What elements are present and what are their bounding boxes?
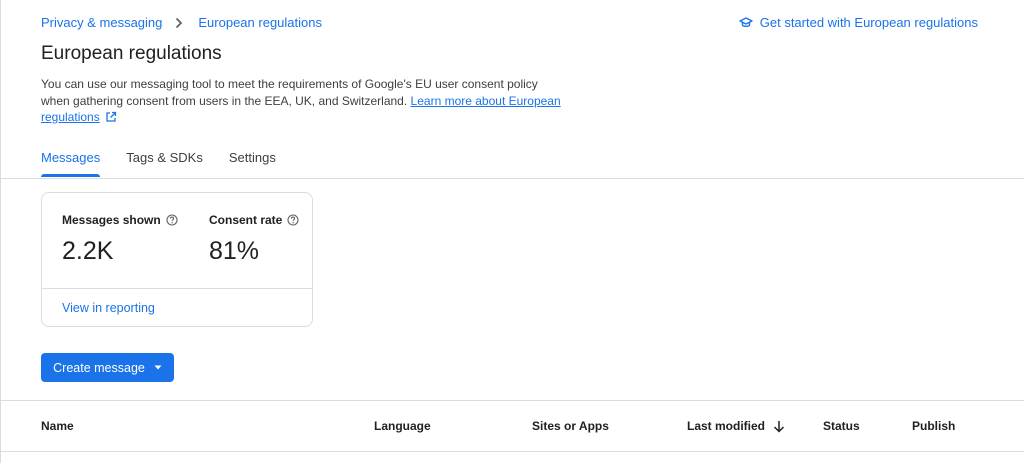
arrow-down-icon[interactable]: [773, 420, 785, 433]
left-divider: [0, 0, 1, 463]
table-header-divider-bottom: [0, 451, 1024, 452]
messages-shown-value: 2.2K: [62, 237, 114, 265]
column-header-language[interactable]: Language: [374, 419, 431, 433]
column-header-status[interactable]: Status: [823, 419, 860, 433]
messages-shown-label: Messages shown: [62, 213, 161, 227]
card-divider: [42, 288, 312, 289]
last-modified-label: Last modified: [687, 419, 766, 433]
breadcrumb-privacy-messaging[interactable]: Privacy & messaging: [41, 15, 162, 30]
stat-label: Consent rate: [209, 213, 299, 227]
column-header-publish[interactable]: Publish: [912, 419, 955, 433]
help-icon[interactable]: [287, 214, 299, 226]
column-header-sites-or-apps[interactable]: Sites or Apps: [532, 419, 609, 433]
caret-down-icon: [154, 365, 162, 370]
consent-rate-label: Consent rate: [209, 213, 283, 227]
tabs-divider: [0, 178, 1024, 179]
create-message-label: Create message: [53, 360, 145, 375]
breadcrumb: Privacy & messaging European regulations: [41, 15, 322, 30]
open-in-new-icon[interactable]: [105, 111, 117, 123]
column-header-last-modified[interactable]: Last modified: [687, 419, 785, 433]
stats-card: Messages shown 2.2K Consent rate 81% Vie…: [41, 192, 313, 327]
stat-consent-rate: Consent rate 81%: [209, 213, 299, 266]
chevron-right-icon: [174, 17, 184, 29]
stat-messages-shown: Messages shown 2.2K: [62, 213, 178, 266]
graduation-cap-icon: [739, 16, 753, 29]
tab-messages[interactable]: Messages: [41, 150, 101, 177]
stat-label: Messages shown: [62, 213, 178, 227]
column-header-name[interactable]: Name: [41, 419, 74, 433]
page-description: You can use our messaging tool to meet t…: [41, 76, 561, 126]
consent-rate-value: 81%: [209, 237, 260, 265]
tab-tags-sdks[interactable]: Tags & SDKs: [126, 150, 203, 175]
get-started-link[interactable]: Get started with European regulations: [739, 15, 978, 30]
breadcrumb-european-regulations[interactable]: European regulations: [198, 15, 322, 30]
tab-settings[interactable]: Settings: [229, 150, 276, 175]
tab-bar: Messages Tags & SDKs Settings: [41, 150, 302, 177]
table-header-divider-top: [0, 400, 1024, 401]
page-title: European regulations: [41, 43, 222, 64]
page: Privacy & messaging European regulations…: [0, 0, 1024, 463]
get-started-label: Get started with European regulations: [759, 15, 978, 30]
create-message-button[interactable]: Create message: [41, 353, 174, 382]
view-in-reporting-link[interactable]: View in reporting: [62, 301, 155, 315]
help-icon[interactable]: [166, 214, 178, 226]
